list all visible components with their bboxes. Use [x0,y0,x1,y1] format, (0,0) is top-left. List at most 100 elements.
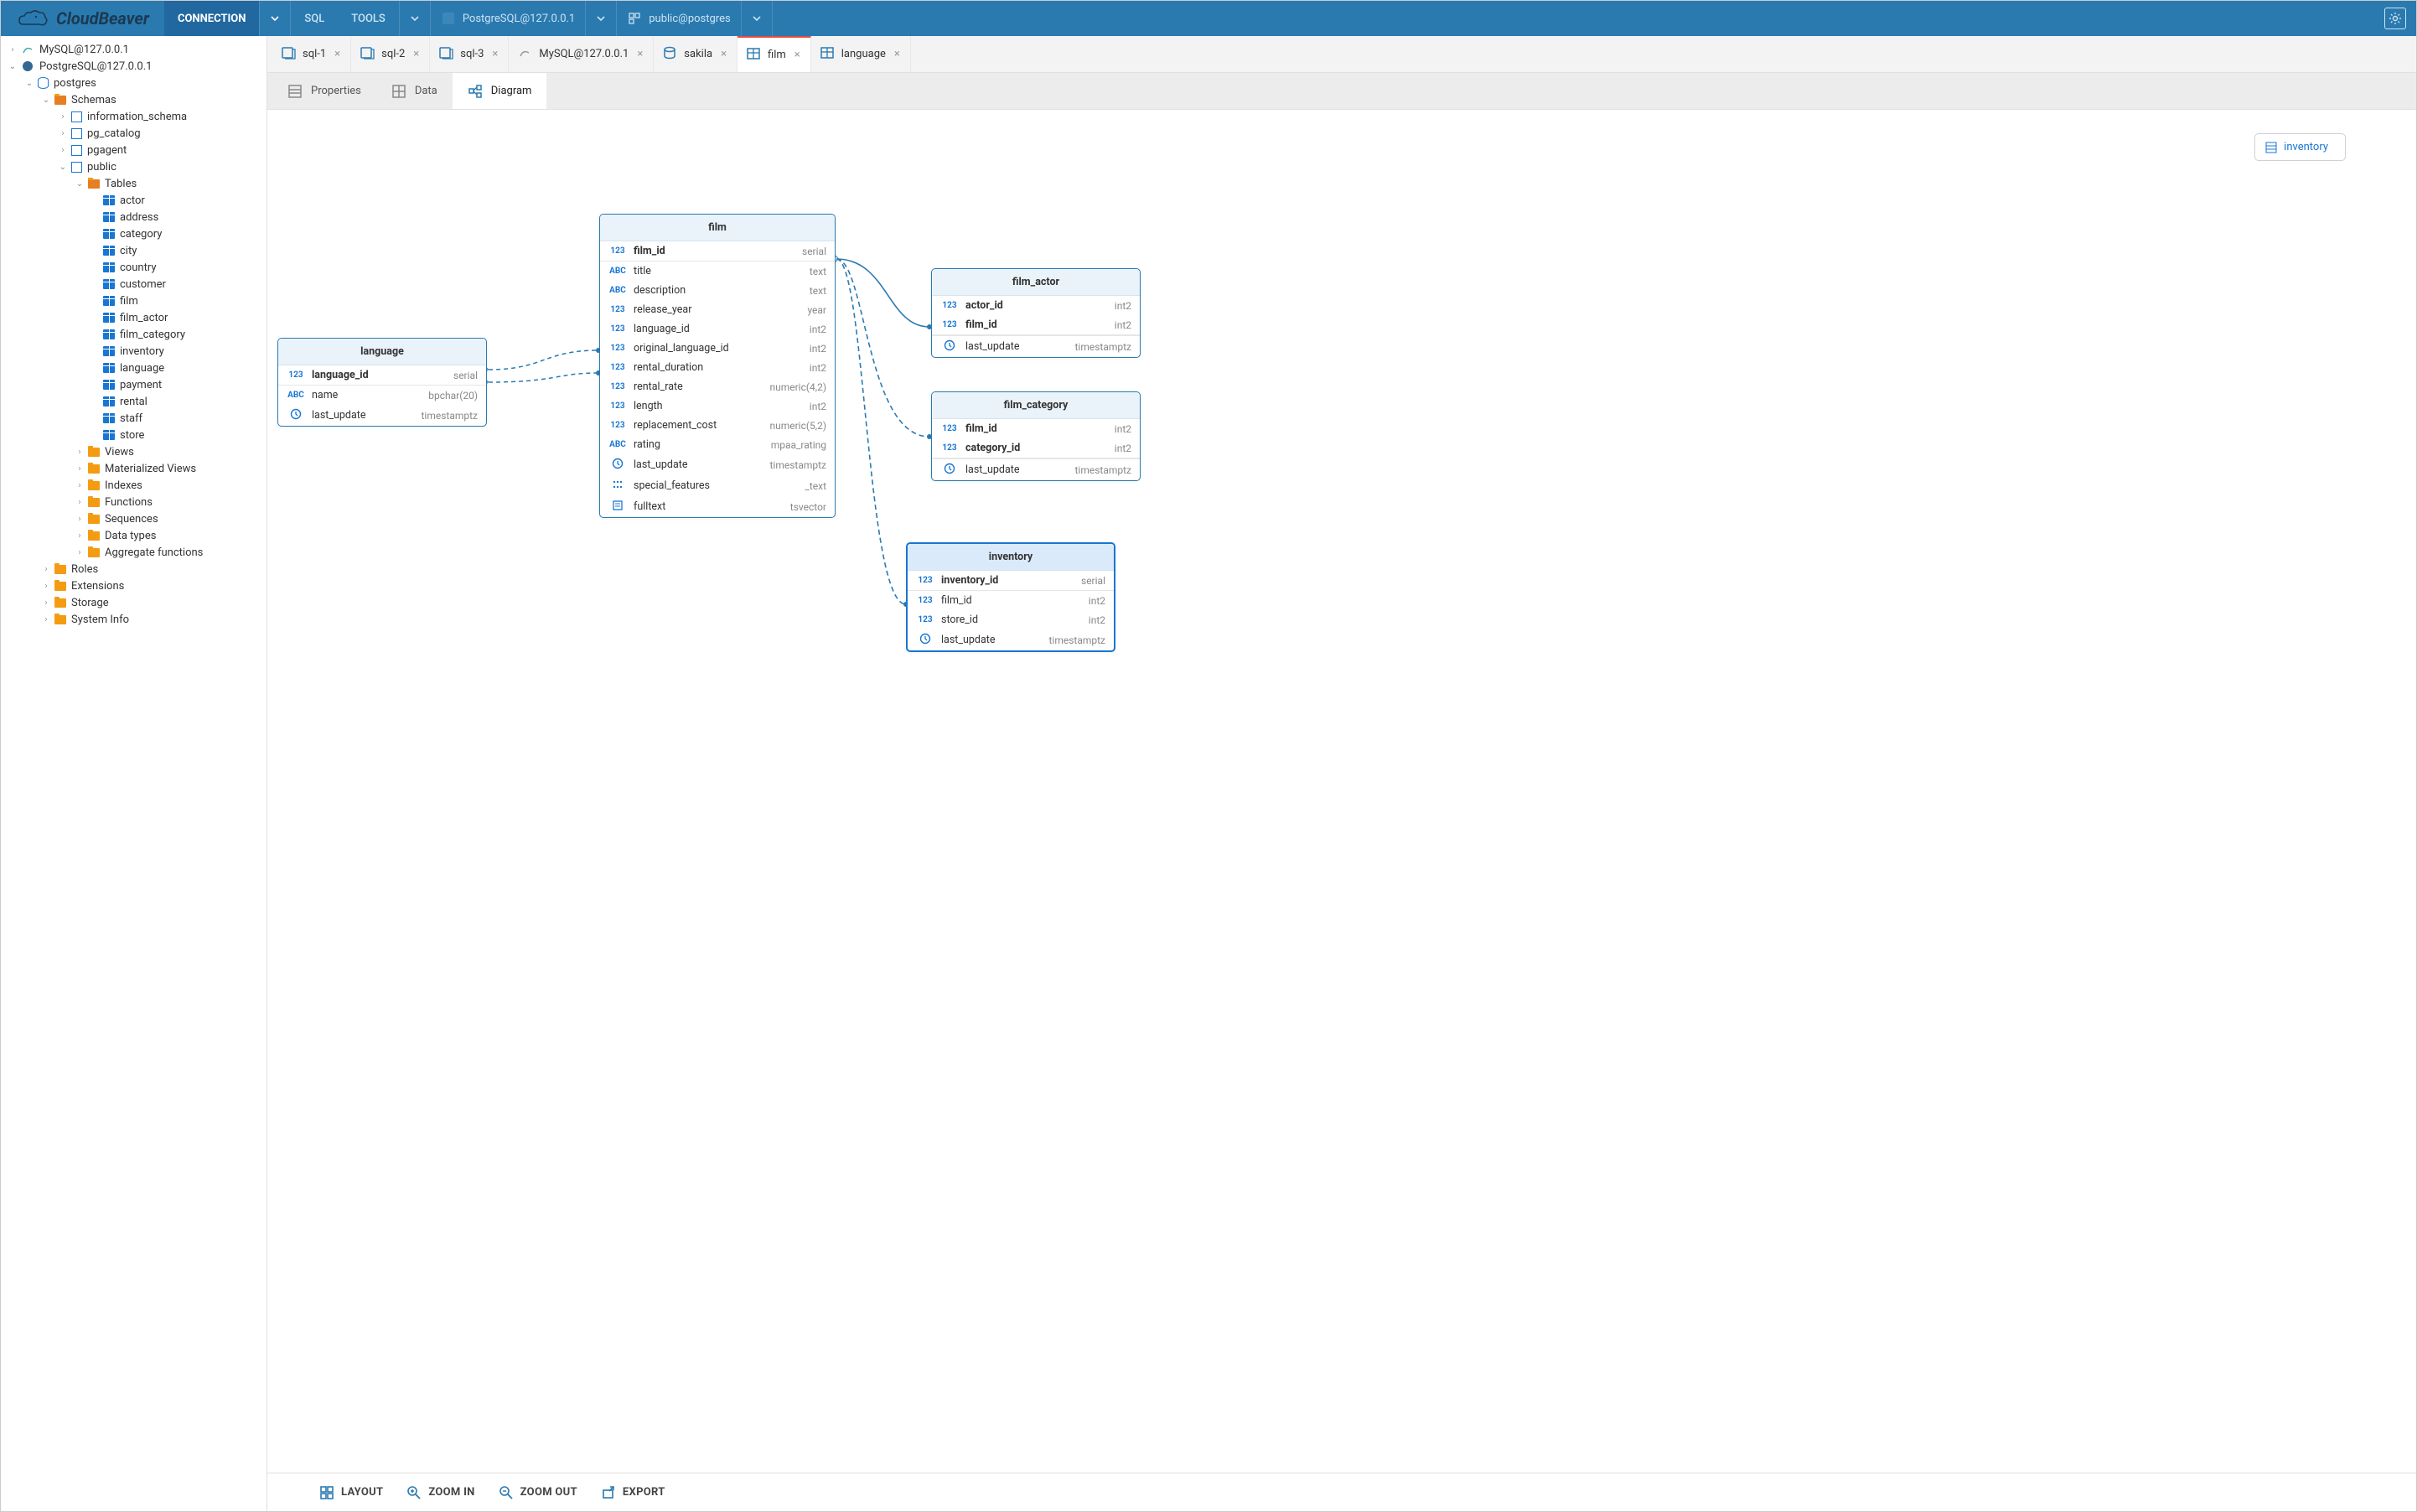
navigator-tree[interactable]: › MySQL@127.0.0.1 ⌄ PostgreSQL@127.0.0.1… [1,36,267,1511]
layout-button[interactable]: LAYOUT [319,1485,383,1500]
breadcrumb-schema[interactable]: public@postgres [617,1,740,36]
menu-connection-chevron[interactable] [259,1,291,36]
breadcrumb-schema-chevron[interactable] [741,1,773,36]
column-row[interactable]: 123film_idint2 [908,591,1114,610]
column-row[interactable]: 123replacement_costnumeric(5,2) [600,416,835,435]
tree-schema-public[interactable]: ⌄public [1,158,267,175]
column-row[interactable]: fulltexttsvector [600,496,835,517]
entity-film-actor[interactable]: film_actor123actor_idint2123film_idint2l… [931,268,1141,358]
tree-tables-folder[interactable]: ⌄Tables [1,175,267,192]
tree-sysinfo-folder[interactable]: ›System Info [1,611,267,628]
editor-tab-mysql-127-0-0-1[interactable]: MySQL@127.0.0.1× [509,36,654,72]
entity-film[interactable]: film123film_idserialABCtitletextABCdescr… [599,214,836,518]
column-row[interactable]: 123inventory_idserial [908,571,1114,591]
export-button[interactable]: EXPORT [601,1485,665,1500]
tree-table-inventory[interactable]: inventory [1,343,267,360]
chevron-right-icon[interactable]: › [75,464,85,474]
chevron-down-icon[interactable]: ⌄ [75,179,85,189]
column-row[interactable]: 123film_idint2 [932,419,1140,438]
chevron-right-icon[interactable]: › [75,448,85,457]
subtab-data[interactable]: Data [376,73,453,109]
tree-schema-pgcatalog[interactable]: ›pg_catalog [1,125,267,142]
menu-sql[interactable]: SQL [291,1,338,36]
chevron-right-icon[interactable]: › [41,565,51,574]
editor-tab-sql-1[interactable]: sql-1× [272,36,351,72]
zoom-out-button[interactable]: ZOOM OUT [499,1485,577,1500]
close-icon[interactable]: × [793,49,802,61]
column-row[interactable]: 123store_idint2 [908,610,1114,629]
tree-table-language[interactable]: language [1,360,267,376]
tree-table-film[interactable]: film [1,293,267,309]
column-row[interactable]: 123original_language_idint2 [600,339,835,358]
editor-tab-sakila[interactable]: sakila× [654,36,738,72]
tree-table-customer[interactable]: customer [1,276,267,293]
chevron-right-icon[interactable]: › [75,481,85,490]
column-row[interactable]: 123category_idint2 [932,438,1140,458]
editor-tab-sql-2[interactable]: sql-2× [351,36,430,72]
breadcrumb-connection-chevron[interactable] [585,1,617,36]
breadcrumb-connection[interactable]: PostgreSQL@127.0.0.1 [431,1,585,36]
tree-table-staff[interactable]: staff [1,410,267,427]
column-row[interactable]: 123film_idserial [600,241,835,261]
tree-functions-folder[interactable]: ›Functions [1,494,267,510]
tree-table-city[interactable]: city [1,242,267,259]
tree-views-folder[interactable]: ›Views [1,443,267,460]
chevron-right-icon[interactable]: › [41,615,51,624]
tree-roles-folder[interactable]: ›Roles [1,561,267,577]
column-row[interactable]: special_features_text [600,475,835,496]
column-row[interactable]: 123film_idint2 [932,315,1140,335]
tree-table-film_actor[interactable]: film_actor [1,309,267,326]
tree-schema-information[interactable]: ›information_schema [1,108,267,125]
chevron-right-icon[interactable]: › [75,498,85,507]
close-icon[interactable]: × [411,48,421,60]
chevron-right-icon[interactable]: › [41,598,51,608]
tree-indexes-folder[interactable]: ›Indexes [1,477,267,494]
chevron-right-icon[interactable]: › [75,515,85,524]
menu-connection[interactable]: CONNECTION [164,1,259,36]
reference-chip-inventory[interactable]: inventory [2254,133,2346,161]
column-row[interactable]: 123language_idserial [278,365,486,386]
column-row[interactable]: 123language_idint2 [600,319,835,339]
chevron-down-icon[interactable]: ⌄ [58,163,68,172]
tree-aggfunc-folder[interactable]: ›Aggregate functions [1,544,267,561]
tree-table-category[interactable]: category [1,225,267,242]
tree-storage-folder[interactable]: ›Storage [1,594,267,611]
chevron-right-icon[interactable]: › [75,531,85,541]
tree-table-rental[interactable]: rental [1,393,267,410]
column-row[interactable]: 123rental_ratenumeric(4,2) [600,377,835,396]
column-row[interactable]: last_updatetimestamptz [278,405,486,426]
column-row[interactable]: ABCnamebpchar(20) [278,386,486,405]
zoom-in-button[interactable]: ZOOM IN [406,1485,474,1500]
tree-table-actor[interactable]: actor [1,192,267,209]
tree-conn-postgres[interactable]: ⌄ PostgreSQL@127.0.0.1 [1,58,267,75]
column-row[interactable]: 123lengthint2 [600,396,835,416]
tree-table-store[interactable]: store [1,427,267,443]
column-row[interactable]: last_updatetimestamptz [932,335,1140,357]
column-row[interactable]: ABCtitletext [600,261,835,281]
chevron-down-icon[interactable]: ⌄ [41,96,51,105]
tree-schema-pgagent[interactable]: ›pgagent [1,142,267,158]
column-row[interactable]: 123actor_idint2 [932,296,1140,315]
column-row[interactable]: 123release_yearyear [600,300,835,319]
close-icon[interactable]: × [719,48,728,60]
chevron-right-icon[interactable]: › [58,129,68,138]
entity-language[interactable]: language123language_idserialABCnamebpcha… [277,338,487,427]
chevron-right-icon[interactable]: › [8,45,18,54]
diagram-canvas[interactable]: inventory language123language_idserialAB… [267,110,2416,1473]
close-icon[interactable]: × [635,48,644,60]
tree-database[interactable]: ⌄ postgres [1,75,267,91]
chevron-right-icon[interactable]: › [58,146,68,155]
editor-tab-sql-3[interactable]: sql-3× [430,36,509,72]
subtab-diagram[interactable]: Diagram [453,73,547,109]
chevron-right-icon[interactable]: › [41,582,51,591]
column-row[interactable]: last_updatetimestamptz [600,454,835,475]
tree-datatypes-folder[interactable]: ›Data types [1,527,267,544]
chevron-down-icon[interactable]: ⌄ [8,62,18,71]
column-row[interactable]: last_updatetimestamptz [908,629,1114,650]
close-icon[interactable]: × [490,48,499,60]
column-row[interactable]: last_updatetimestamptz [932,458,1140,480]
tree-conn-mysql[interactable]: › MySQL@127.0.0.1 [1,41,267,58]
column-row[interactable]: ABCdescriptiontext [600,281,835,300]
editor-tab-language[interactable]: language× [811,36,911,72]
editor-tab-film[interactable]: film× [738,36,811,72]
